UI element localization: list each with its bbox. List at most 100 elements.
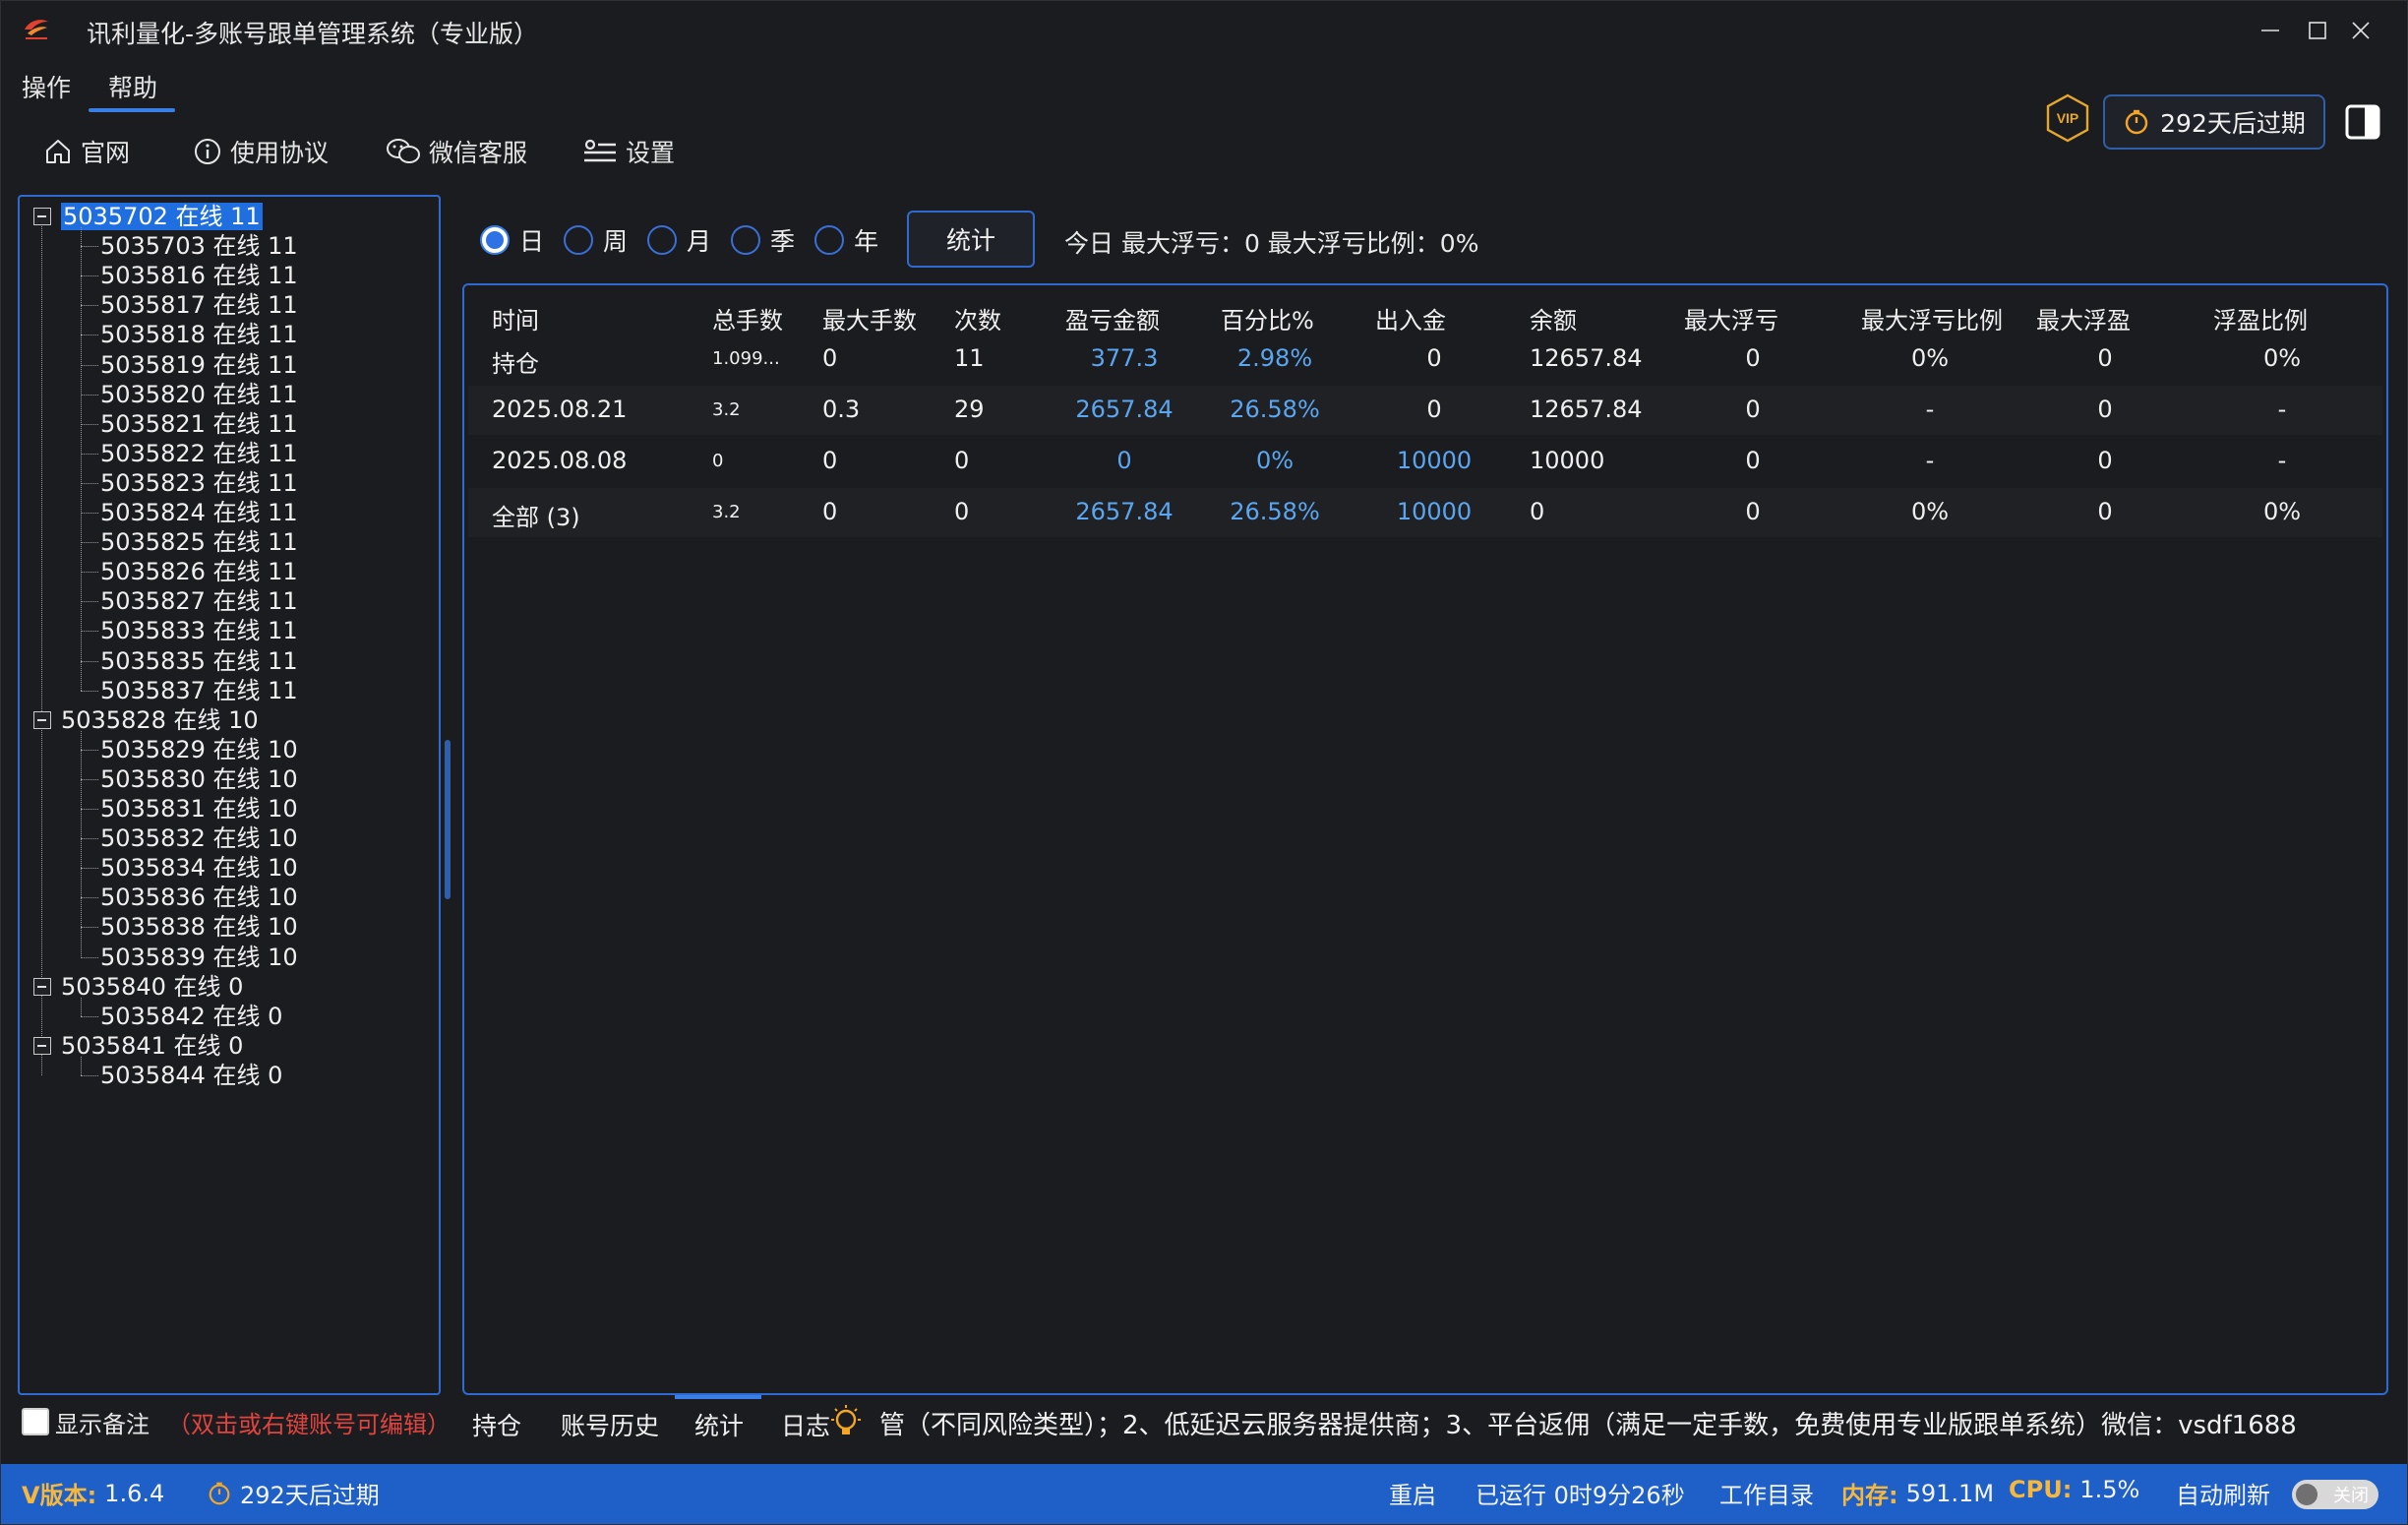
tree-child-node[interactable]: 5035836 在线 10 bbox=[100, 883, 298, 912]
cpu-info: CPU: 1.5% bbox=[2009, 1476, 2139, 1503]
memory-info: 内存: 591.1M bbox=[1841, 1476, 1994, 1510]
table-cell: 26.58% bbox=[1230, 396, 1320, 423]
tree-child-node[interactable]: 5035834 在线 10 bbox=[100, 853, 298, 883]
tree-child-node[interactable]: 5035821 在线 11 bbox=[100, 409, 298, 439]
column-header[interactable]: 余额 bbox=[1530, 301, 1577, 336]
column-header[interactable]: 最大手数 bbox=[822, 301, 917, 336]
tree-group-node[interactable]: 5035828 在线 10 bbox=[61, 705, 259, 735]
column-header[interactable]: 百分比% bbox=[1221, 301, 1314, 336]
tree-child-node[interactable]: 5035819 在线 11 bbox=[100, 350, 298, 380]
collapse-icon[interactable] bbox=[33, 208, 51, 225]
column-header[interactable]: 盈亏金额 bbox=[1065, 301, 1160, 336]
tree-child-node[interactable]: 5035830 在线 10 bbox=[100, 764, 298, 794]
tree-child-node[interactable]: 5035831 在线 10 bbox=[100, 794, 298, 824]
period-month-radio[interactable]: 月 bbox=[647, 222, 711, 258]
agreement-button[interactable]: 使用协议 bbox=[193, 130, 329, 173]
tree-child-node[interactable]: 5035826 在线 11 bbox=[100, 557, 298, 586]
announcement-marquee: 管（不同风险类型）；2、低延迟云服务器提供商；3、平台返佣（满足一定手数，免费使… bbox=[879, 1411, 2297, 1440]
tree-group-node[interactable]: 5035841 在线 0 bbox=[61, 1031, 243, 1061]
tree-connector bbox=[81, 394, 98, 396]
column-header[interactable]: 时间 bbox=[492, 301, 539, 336]
tree-child-node[interactable]: 5035833 在线 11 bbox=[100, 616, 298, 645]
tree-connector bbox=[81, 838, 98, 840]
cpu-label: CPU: bbox=[2009, 1476, 2073, 1503]
tab-positions[interactable]: 持仓 bbox=[472, 1407, 521, 1442]
table-cell: 2025.08.21 bbox=[492, 396, 628, 423]
column-header[interactable]: 总手数 bbox=[712, 301, 783, 336]
menu-operate[interactable]: 操作 bbox=[22, 69, 71, 104]
tree-child-node[interactable]: 5035839 在线 10 bbox=[100, 943, 298, 972]
period-week-radio[interactable]: 周 bbox=[564, 222, 628, 258]
tree-child-node[interactable]: 5035838 在线 10 bbox=[100, 912, 298, 942]
tree-child-node[interactable]: 5035827 在线 11 bbox=[100, 586, 298, 616]
collapse-icon[interactable] bbox=[33, 977, 51, 996]
wechat-service-button[interactable]: 微信客服 bbox=[386, 130, 527, 173]
tree-child-node[interactable]: 5035703 在线 11 bbox=[100, 231, 298, 261]
tree-child-node[interactable]: 5035837 在线 11 bbox=[100, 676, 298, 705]
memory-label: 内存: bbox=[1841, 1482, 1898, 1509]
show-notes-checkbox[interactable] bbox=[22, 1408, 49, 1435]
tree-connector bbox=[81, 246, 98, 248]
period-year-radio[interactable]: 年 bbox=[814, 222, 878, 258]
collapse-icon[interactable] bbox=[33, 1036, 51, 1055]
tree-connector bbox=[81, 335, 98, 336]
tree-child-node[interactable]: 5035832 在线 10 bbox=[100, 824, 298, 853]
tree-connector bbox=[81, 542, 98, 544]
stats-button[interactable]: 统计 bbox=[907, 211, 1035, 268]
agreement-label: 使用协议 bbox=[230, 139, 330, 167]
tab-account-history[interactable]: 账号历史 bbox=[561, 1407, 659, 1442]
tree-child-node[interactable]: 5035820 在线 11 bbox=[100, 380, 298, 409]
tree-child-node[interactable]: 5035818 在线 11 bbox=[100, 320, 298, 349]
menu-help[interactable]: 帮助 bbox=[108, 69, 157, 104]
table-cell: 10000 bbox=[1396, 447, 1473, 474]
workdir-button[interactable]: 工作目录 bbox=[1719, 1476, 1814, 1510]
tree-child-node[interactable]: 5035835 在线 11 bbox=[100, 646, 298, 676]
tree-child-node[interactable]: 5035817 在线 11 bbox=[100, 290, 298, 320]
expire-button[interactable]: 292天后过期 bbox=[2103, 94, 2325, 150]
tree-connector bbox=[81, 927, 98, 929]
tree-child-node[interactable]: 5035822 在线 11 bbox=[100, 439, 298, 468]
tree-group-label: 5035702 在线 11 bbox=[61, 203, 263, 230]
close-button[interactable] bbox=[2316, 0, 2406, 61]
tree-connector bbox=[81, 778, 98, 780]
column-header[interactable]: 最大浮亏 bbox=[1684, 301, 1778, 336]
column-header[interactable]: 出入金 bbox=[1375, 301, 1446, 336]
tree-group-node[interactable]: 5035840 在线 0 bbox=[61, 972, 243, 1002]
splitter-handle[interactable] bbox=[445, 740, 451, 899]
tree-connector bbox=[81, 690, 98, 692]
panel-toggle-icon[interactable] bbox=[2345, 104, 2380, 140]
tree-child-node[interactable]: 5035816 在线 11 bbox=[100, 261, 298, 290]
column-header[interactable]: 最大浮亏比例 bbox=[1861, 301, 2003, 336]
table-cell: - bbox=[1925, 447, 1935, 474]
website-button[interactable]: 官网 bbox=[43, 130, 130, 173]
column-header[interactable]: 次数 bbox=[954, 301, 1001, 336]
toggle-switch[interactable]: 关闭 bbox=[2292, 1480, 2378, 1509]
tree-child-node[interactable]: 5035844 在线 0 bbox=[100, 1061, 282, 1090]
tree-group-node[interactable]: 5035702 在线 11 bbox=[61, 202, 263, 231]
tree-connector bbox=[81, 1074, 98, 1076]
vip-icon[interactable]: VIP bbox=[2042, 92, 2093, 144]
column-header[interactable]: 最大浮盈 bbox=[2036, 301, 2131, 336]
tree-child-node[interactable]: 5035829 在线 10 bbox=[100, 735, 298, 764]
collapse-icon[interactable] bbox=[33, 710, 51, 729]
tree-connector bbox=[81, 275, 98, 277]
status-expire[interactable]: 292天后过期 bbox=[207, 1476, 380, 1510]
website-label: 官网 bbox=[81, 139, 131, 167]
period-week-label: 周 bbox=[603, 227, 629, 256]
auto-refresh-toggle[interactable]: 关闭 bbox=[2292, 1480, 2378, 1509]
period-season-radio[interactable]: 季 bbox=[731, 222, 795, 258]
tab-stats[interactable]: 统计 bbox=[694, 1407, 744, 1442]
table-cell: 0 bbox=[1745, 396, 1761, 423]
menu-active-indicator bbox=[89, 108, 175, 112]
restart-button[interactable]: 重启 bbox=[1389, 1476, 1436, 1510]
table-cell: 0 bbox=[822, 498, 838, 525]
tree-child-node[interactable]: 5035824 在线 11 bbox=[100, 498, 298, 527]
tree-child-node[interactable]: 5035842 在线 0 bbox=[100, 1002, 282, 1031]
column-header[interactable]: 浮盈比例 bbox=[2213, 301, 2308, 336]
tree-child-node[interactable]: 5035825 在线 11 bbox=[100, 527, 298, 557]
show-notes-option[interactable]: 显示备注 （双击或右键账号可编辑） bbox=[22, 1405, 451, 1438]
settings-button[interactable]: 设置 bbox=[582, 130, 675, 173]
period-day-radio[interactable]: 日 bbox=[480, 222, 544, 258]
tree-child-node[interactable]: 5035823 在线 11 bbox=[100, 468, 298, 498]
tab-log[interactable]: 日志 bbox=[781, 1407, 830, 1442]
